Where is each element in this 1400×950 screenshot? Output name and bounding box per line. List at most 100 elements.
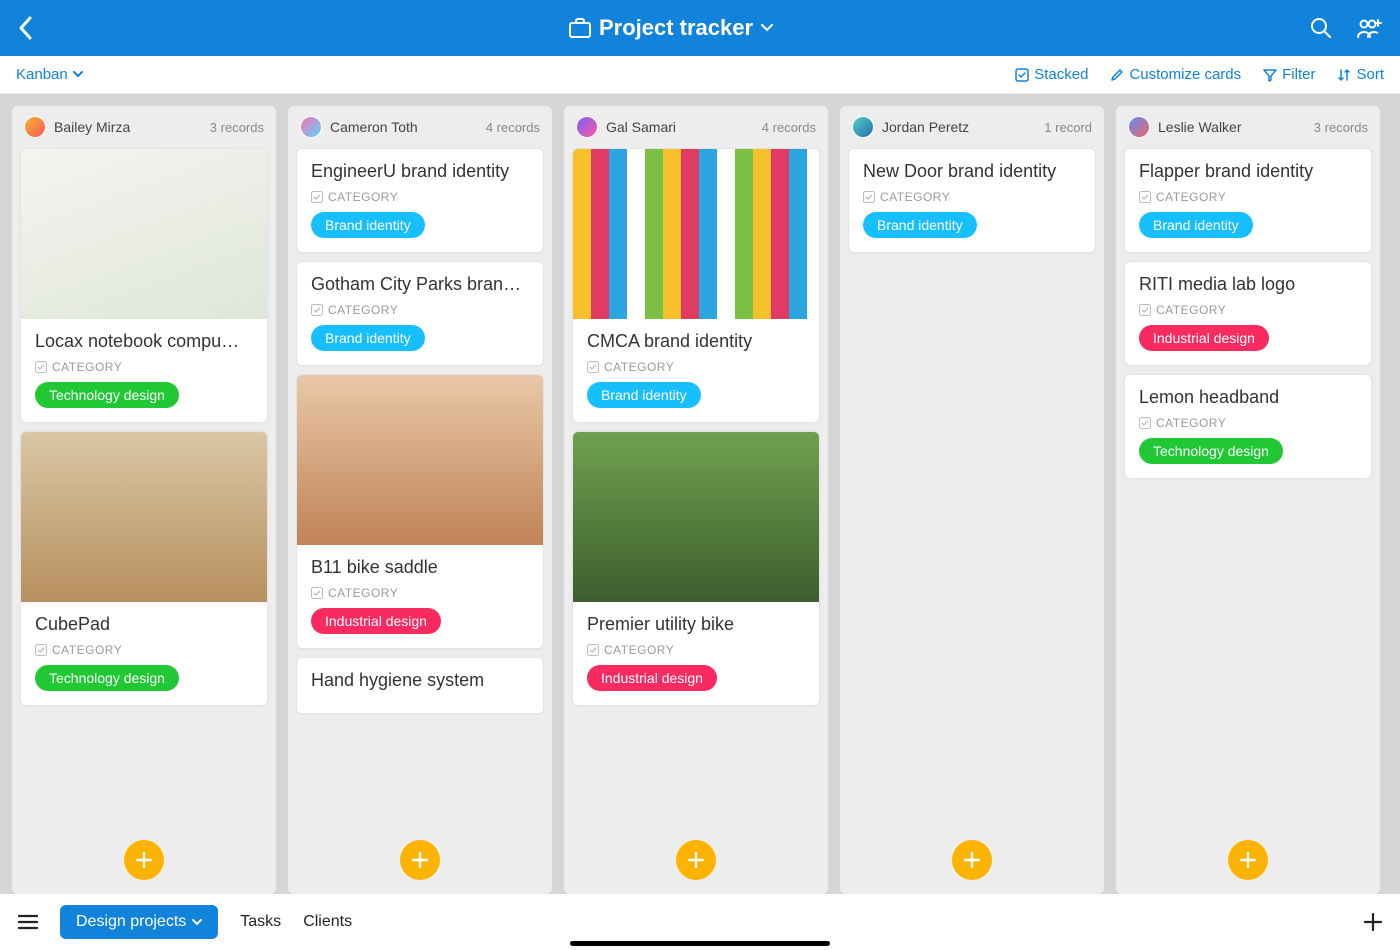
kanban-board[interactable]: Bailey Mirza3 recordsLocax notebook comp… [0,94,1400,894]
category-label: CATEGORY [1139,416,1357,430]
card-title: CubePad [35,614,253,635]
add-card-button[interactable] [124,840,164,880]
kanban-card[interactable]: Flapper brand identity CATEGORY Brand iden… [1124,148,1372,253]
kanban-column: Cameron Toth4 recordsEngineerU brand ide… [288,106,552,894]
filter-icon [1263,68,1277,82]
add-table-button[interactable] [1364,913,1382,931]
kanban-card[interactable]: New Door brand identity CATEGORY Brand ide… [848,148,1096,253]
kanban-column: Gal Samari4 records CMCA brand identity CA… [564,106,828,894]
column-cards: EngineerU brand identity CATEGORY Brand id… [288,148,552,830]
column-cards: CMCA brand identity CATEGORY Brand identit… [564,148,828,830]
avatar [852,116,874,138]
card-title: CMCA brand identity [587,331,805,352]
kanban-card[interactable]: CubePad CATEGORY Technology design [20,431,268,706]
category-label: CATEGORY [1139,190,1357,204]
card-title: Flapper brand identity [1139,161,1357,182]
column-name: Leslie Walker [1158,119,1314,135]
kanban-card[interactable]: Gotham City Parks bran…CATEGORYBrand ide… [296,261,544,366]
top-bar: Project tracker [0,0,1400,56]
avatar [1128,116,1150,138]
category-tag: Brand identity [1139,212,1253,238]
column-header[interactable]: Cameron Toth4 records [288,106,552,148]
column-name: Bailey Mirza [54,119,210,135]
menu-button[interactable] [18,914,38,930]
add-card-button[interactable] [952,840,992,880]
card-title: Locax notebook compu… [35,331,253,352]
record-count: 4 records [762,120,816,135]
bottom-tabbar: Design projects Tasks Clients [0,894,1400,950]
category-tag: Technology design [35,382,179,408]
chevron-down-icon [192,919,202,926]
add-card-button[interactable] [400,840,440,880]
card-title: Hand hygiene system [311,670,529,691]
kanban-card[interactable]: Locax notebook compu… CATEGORY Technology … [20,148,268,423]
category-label: CATEGORY [311,303,529,317]
category-label: CATEGORY [863,190,1081,204]
column-cards: Locax notebook compu… CATEGORY Technology … [12,148,276,830]
column-name: Cameron Toth [330,119,486,135]
kanban-column: Bailey Mirza3 recordsLocax notebook comp… [12,106,276,894]
search-button[interactable] [1310,17,1332,39]
card-title: EngineerU brand identity [311,161,529,182]
avatar [576,116,598,138]
column-header[interactable]: Bailey Mirza3 records [12,106,276,148]
record-count: 4 records [486,120,540,135]
record-count: 3 records [1314,120,1368,135]
kanban-card[interactable]: RITI media lab logoCATEGORYIndustrial de… [1124,261,1372,366]
category-label: CATEGORY [587,643,805,657]
sort-button[interactable]: Sort [1337,66,1384,83]
kanban-card[interactable]: Lemon headbandCATEGORYTechnology design [1124,374,1372,479]
category-tag: Technology design [35,665,179,691]
pencil-icon [1110,68,1124,82]
category-tag: Industrial design [587,665,717,691]
customize-cards-button[interactable]: Customize cards [1110,66,1241,83]
card-image [21,432,267,602]
kanban-card[interactable]: EngineerU brand identityCATEGORYBrand id… [296,148,544,253]
stacked-icon [1015,68,1029,82]
table-tab[interactable]: Clients [303,913,352,931]
kanban-column: Leslie Walker3 recordsFlapper brand iden… [1116,106,1380,894]
column-header[interactable]: Gal Samari4 records [564,106,828,148]
stacked-toggle[interactable]: Stacked [1015,66,1088,83]
avatar [24,116,46,138]
filter-button[interactable]: Filter [1263,66,1315,83]
kanban-card[interactable]: Premier utility bike CATEGORY Industrial d… [572,431,820,706]
add-card-button[interactable] [676,840,716,880]
card-image [297,375,543,545]
card-image [573,149,819,319]
card-title: New Door brand identity [863,161,1081,182]
kanban-card[interactable]: CMCA brand identity CATEGORY Brand identit… [572,148,820,423]
kanban-card[interactable]: B11 bike saddleCATEGORYIndustrial design [296,374,544,649]
category-label: CATEGORY [35,360,253,374]
category-tag: Brand identity [587,382,701,408]
card-title: Premier utility bike [587,614,805,635]
card-title: RITI media lab logo [1139,274,1357,295]
chevron-down-icon [73,71,83,78]
add-card-button[interactable] [1228,840,1268,880]
view-toolbar: Kanban Stacked Customize cards Filter So… [0,56,1400,94]
share-button[interactable] [1356,17,1382,39]
category-label: CATEGORY [587,360,805,374]
chevron-down-icon [761,24,773,32]
home-indicator [570,941,830,946]
kanban-card[interactable]: Hand hygiene system [296,657,544,714]
column-cards: New Door brand identity CATEGORY Brand ide… [840,148,1104,830]
briefcase-icon [569,18,591,38]
column-name: Gal Samari [606,119,762,135]
category-tag: Brand identity [311,325,425,351]
view-switcher[interactable]: Kanban [16,66,83,83]
table-switcher-active[interactable]: Design projects [60,905,218,939]
table-tab[interactable]: Tasks [240,913,281,931]
card-title: B11 bike saddle [311,557,529,578]
sort-icon [1337,68,1351,82]
column-header[interactable]: Leslie Walker3 records [1116,106,1380,148]
back-button[interactable] [18,16,32,40]
category-label: CATEGORY [311,586,529,600]
column-header[interactable]: Jordan Peretz1 record [840,106,1104,148]
card-image [573,432,819,602]
column-name: Jordan Peretz [882,119,1044,135]
app-title-button[interactable]: Project tracker [569,15,773,41]
category-label: CATEGORY [35,643,253,657]
category-tag: Brand identity [863,212,977,238]
category-label: CATEGORY [311,190,529,204]
